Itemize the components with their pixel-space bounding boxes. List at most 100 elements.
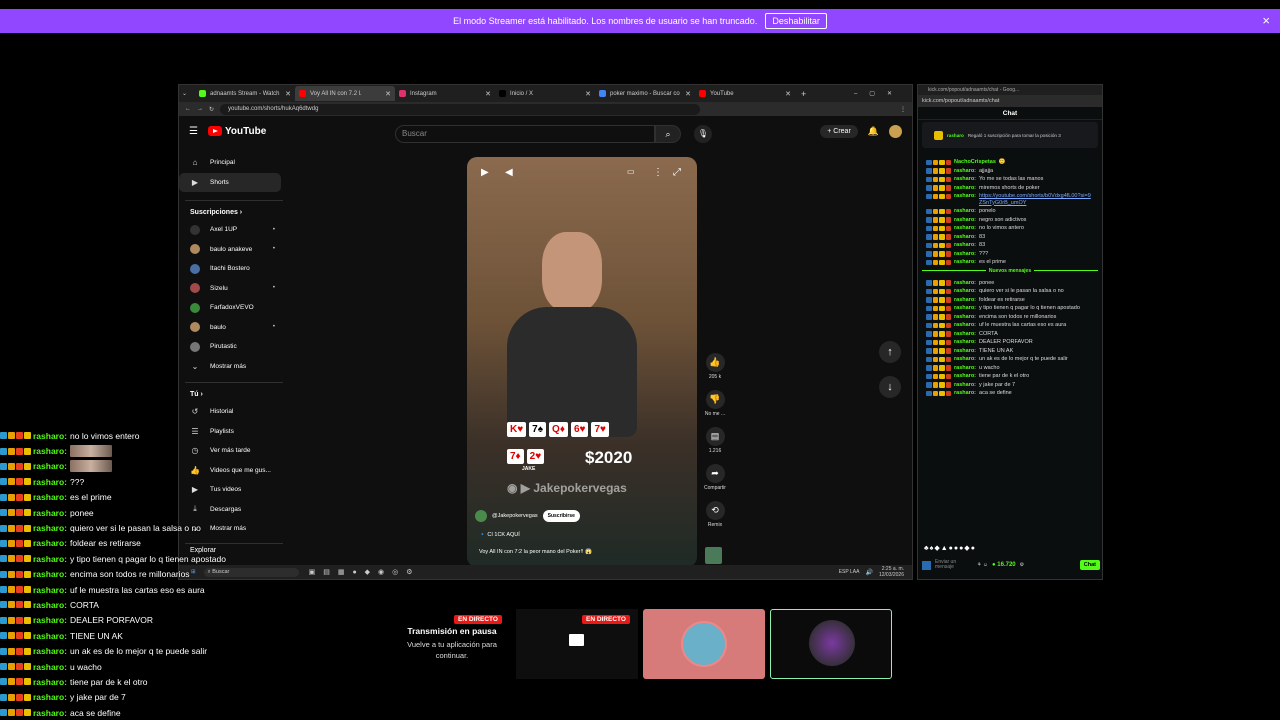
volume-icon[interactable]: ◀ bbox=[505, 167, 513, 178]
sidebar-item-subscription[interactable]: Pirutastic bbox=[179, 337, 289, 357]
play-icon[interactable]: ▶ bbox=[481, 167, 489, 178]
tab-search-icon[interactable]: ⌄ bbox=[182, 90, 192, 97]
chat-username[interactable]: rasharo: bbox=[954, 348, 976, 355]
chat-username[interactable]: rasharo: bbox=[954, 288, 976, 295]
extensions-icon[interactable]: ⋮ bbox=[900, 106, 906, 113]
action-thumbs-down[interactable]: 👎 No me ... bbox=[704, 390, 726, 417]
sidebar-item-subscription[interactable]: baulo • bbox=[179, 318, 289, 338]
browser-tab[interactable]: poker maximo - Buscar co ✕ bbox=[595, 86, 695, 101]
chat-username[interactable]: rasharo: bbox=[954, 365, 976, 372]
previous-short-icon[interactable]: ↑ bbox=[879, 341, 901, 363]
browser-tab[interactable]: YouTube ✕ bbox=[695, 86, 795, 101]
sidebar-item-home[interactable]: ⌂ Principal bbox=[179, 153, 289, 173]
fullscreen-icon[interactable]: ⤢ bbox=[673, 167, 681, 178]
kick-url-field[interactable]: kick.com/popout/adnaamts/chat bbox=[918, 95, 1102, 107]
sidebar-item-you[interactable]: ↺ Historial bbox=[179, 402, 289, 422]
tab-close-icon[interactable]: ✕ bbox=[385, 90, 391, 98]
chat-username[interactable]: rasharo: bbox=[954, 217, 976, 224]
short-video-player[interactable]: ▶ ◀ ▭ ⋮ ⤢ K♥ 7♠ Q♦ 6♥ 7♥ 7♦ 2♥ JAKE $2020 ◉ ▶… bbox=[467, 157, 697, 567]
browser-tab[interactable]: Inicio / X ✕ bbox=[495, 86, 595, 101]
chat-username[interactable]: rasharo: bbox=[954, 373, 976, 380]
search-icon[interactable]: ⌕ bbox=[655, 125, 681, 143]
system-tray-icons[interactable]: 🔊 bbox=[865, 569, 872, 576]
chat-username[interactable]: rasharo: bbox=[954, 242, 976, 249]
tab-close-icon[interactable]: ✕ bbox=[485, 90, 491, 98]
taskbar-clock[interactable]: 2:25 a. m. 12/03/2026 bbox=[879, 566, 904, 578]
captions-icon[interactable]: ▭ bbox=[627, 167, 635, 176]
browser-tab[interactable]: Instagram ✕ bbox=[395, 86, 495, 101]
more-options-icon[interactable]: ⋮ bbox=[653, 167, 663, 178]
chat-link[interactable]: https://youtube.com/shorts/b0Vdxg4fL00?s… bbox=[979, 193, 1094, 206]
emote-bar[interactable]: ♣♠◆▲●●●◆● bbox=[924, 544, 976, 552]
chat-username[interactable]: rasharo: bbox=[954, 305, 976, 312]
thumbs-up-icon[interactable]: 👍 bbox=[705, 353, 725, 372]
youtube-logo[interactable]: YouTube bbox=[207, 126, 266, 137]
taskbar-lang[interactable]: ESP LAA bbox=[839, 569, 860, 575]
notifications-icon[interactable]: 🔔 bbox=[868, 126, 879, 137]
window-controls[interactable]: –▢✕ bbox=[854, 90, 904, 97]
tab-close-icon[interactable]: ✕ bbox=[285, 90, 291, 98]
chat-username[interactable]: rasharo: bbox=[954, 382, 976, 389]
channel-name[interactable]: @Jakepokervegas bbox=[492, 513, 538, 519]
chat-username[interactable]: rasharo: bbox=[954, 314, 976, 321]
avatar[interactable] bbox=[889, 124, 902, 138]
chat-username[interactable]: rasharo: bbox=[954, 280, 976, 287]
close-icon[interactable]: × bbox=[1262, 13, 1270, 28]
chat-username[interactable]: rasharo: bbox=[954, 208, 976, 215]
disable-streamer-mode-button[interactable]: Deshabilitar bbox=[765, 13, 827, 29]
video-title[interactable]: Voy All IN con 7:2 la peor mano del Poke… bbox=[479, 549, 592, 555]
sidebar-item-subscription[interactable]: Axel 1UP • bbox=[179, 220, 289, 240]
participant-tile-2[interactable] bbox=[770, 609, 892, 679]
subscribe-button[interactable]: Suscribirse bbox=[542, 510, 580, 522]
action-comment[interactable]: ▤ 1.216 bbox=[704, 427, 726, 454]
channel-avatar[interactable] bbox=[475, 510, 487, 522]
back-icon[interactable]: ← bbox=[185, 106, 191, 112]
share-icon[interactable]: ➦ bbox=[705, 464, 725, 483]
next-short-icon[interactable]: ↓ bbox=[879, 376, 901, 398]
forward-icon[interactable]: → bbox=[197, 106, 203, 112]
tab-close-icon[interactable]: ✕ bbox=[685, 90, 691, 98]
taskbar-apps[interactable]: ▣▤▦●◆◉◎⚙ bbox=[309, 568, 421, 576]
you-heading[interactable]: Tú › bbox=[179, 383, 289, 402]
chat-username[interactable]: rasharo: bbox=[954, 225, 976, 232]
chat-username[interactable]: rasharo: bbox=[954, 176, 976, 183]
chat-username[interactable]: rasharo: bbox=[954, 185, 976, 192]
chat-username[interactable]: rasharo: bbox=[954, 356, 976, 363]
chat-username[interactable]: rasharo: bbox=[954, 251, 976, 258]
thumbs-down-icon[interactable]: 👎 bbox=[705, 390, 725, 409]
url-field[interactable]: youtube.com/shorts/hukAq6dtwdg bbox=[220, 103, 701, 115]
subscriptions-heading[interactable]: Suscripciones › bbox=[179, 201, 289, 220]
search-input[interactable]: Buscar bbox=[395, 125, 655, 143]
chat-username[interactable]: rasharo: bbox=[954, 193, 976, 200]
chat-username[interactable]: rasharo: bbox=[954, 259, 976, 266]
chat-username[interactable]: rasharo: bbox=[954, 168, 976, 175]
points-counter[interactable]: ● 16.720 bbox=[992, 562, 1016, 568]
tab-close-icon[interactable]: ✕ bbox=[785, 90, 791, 98]
chat-username[interactable]: rasharo: bbox=[954, 234, 976, 241]
sidebar-item-subscription[interactable]: ⌄ Mostrar más bbox=[179, 357, 289, 377]
browser-tab[interactable]: adnaamts Stream - Watch ✕ bbox=[195, 86, 295, 101]
video-caption-link[interactable]: 🔹 CI 1CK AQUÍ bbox=[479, 532, 520, 538]
sidebar-item-subscription[interactable]: Itachi Bostero bbox=[179, 259, 289, 279]
action-remix[interactable]: ⟲ Remix bbox=[704, 501, 726, 528]
chat-username[interactable]: rasharo: bbox=[954, 297, 976, 304]
chat-username[interactable]: rasharo: bbox=[954, 339, 976, 346]
create-button[interactable]: + Crear bbox=[820, 124, 858, 138]
voice-search-icon[interactable]: 🎙 bbox=[694, 125, 712, 143]
chat-username[interactable]: rasharo: bbox=[954, 331, 976, 338]
reload-icon[interactable]: ↻ bbox=[209, 106, 214, 113]
chat-message-input[interactable]: Enviar un mensaje bbox=[935, 560, 965, 570]
sidebar-item-shorts[interactable]: ▶ Shorts bbox=[179, 172, 281, 192]
action-thumbs-up[interactable]: 👍 205 k bbox=[704, 353, 726, 380]
remix-icon[interactable]: ⟲ bbox=[705, 501, 725, 520]
new-tab-button[interactable]: + bbox=[801, 89, 806, 99]
send-chat-button[interactable]: Chat bbox=[1079, 560, 1100, 570]
chat-username[interactable]: rasharo: bbox=[954, 322, 976, 329]
browser-tab[interactable]: Voy All IN con 7.2 l. ✕ bbox=[295, 86, 395, 101]
emote-icon[interactable]: ⚘ ☺ bbox=[977, 562, 988, 568]
comment-icon[interactable]: ▤ bbox=[705, 427, 725, 446]
menu-icon[interactable]: ☰ bbox=[189, 126, 198, 137]
sidebar-item-subscription[interactable]: baulo anakeve • bbox=[179, 240, 289, 260]
participant-tile-1[interactable] bbox=[643, 609, 765, 679]
chat-username[interactable]: NachoCrispetas bbox=[954, 159, 996, 166]
